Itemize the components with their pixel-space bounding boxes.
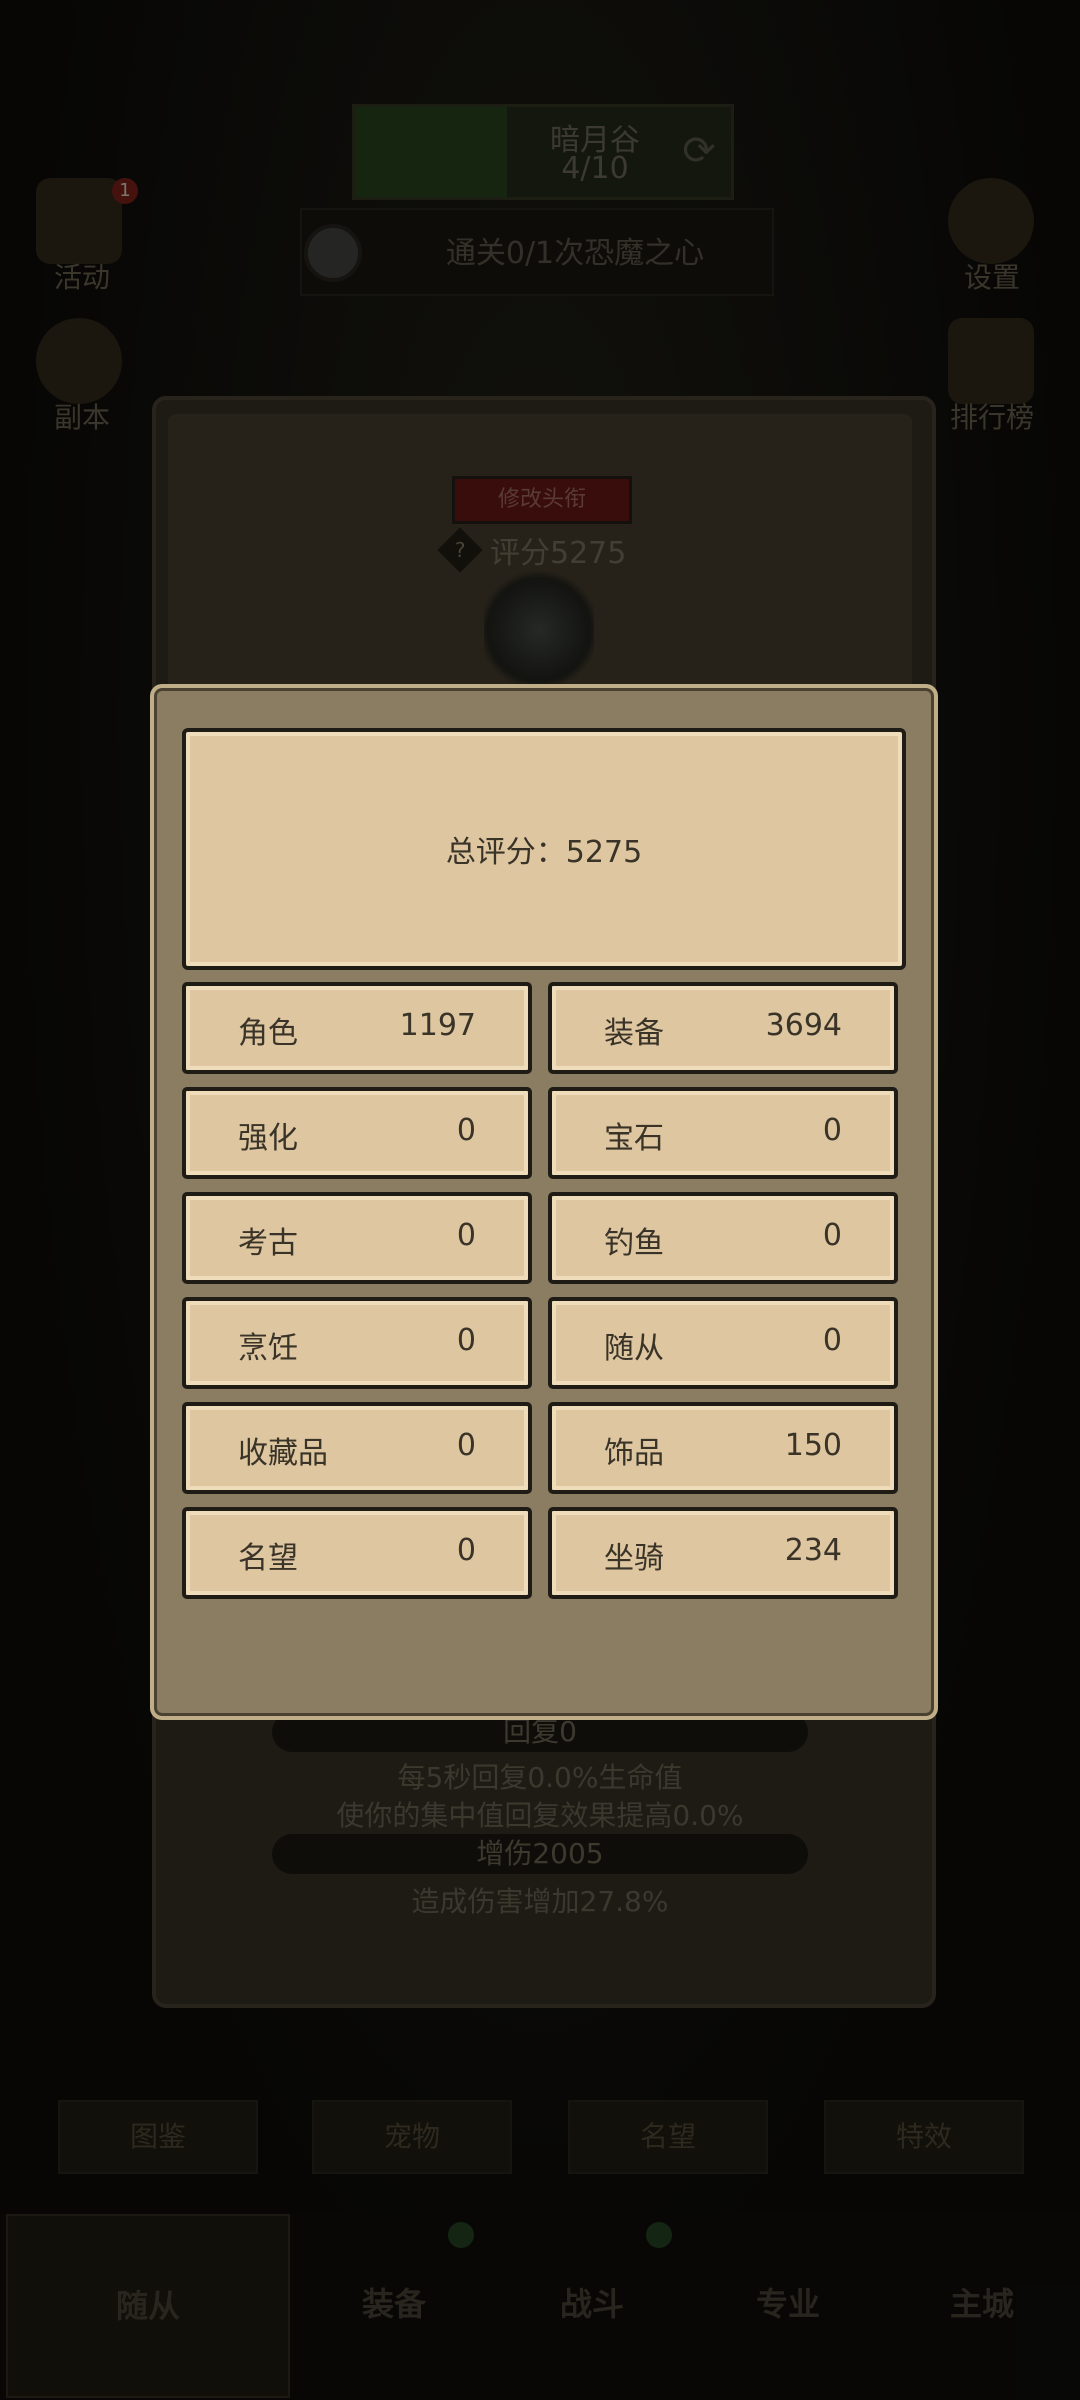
score-item-value: 234 (784, 1533, 842, 1568)
score-item-label: 坐骑 (604, 1541, 664, 1576)
score-item-label: 饰品 (604, 1436, 664, 1471)
score-item: 收藏品 0 (182, 1402, 532, 1494)
score-item-value: 0 (822, 1218, 842, 1253)
score-item: 随从 0 (548, 1297, 898, 1389)
score-item-value: 3694 (765, 1008, 842, 1043)
total-score-box: 总评分：5275 (182, 728, 906, 970)
score-item-label: 宝石 (604, 1121, 664, 1156)
score-item-label: 名望 (238, 1541, 298, 1576)
score-item-label: 装备 (604, 1016, 664, 1051)
score-item-value: 0 (456, 1218, 476, 1253)
score-item: 烹饪 0 (182, 1297, 532, 1389)
score-item: 考古 0 (182, 1192, 532, 1284)
total-score-label: 总评分：5275 (445, 835, 643, 870)
score-item-label: 角色 (238, 1016, 298, 1051)
score-item-label: 随从 (604, 1331, 664, 1366)
score-item-value: 0 (456, 1428, 476, 1463)
score-item-label: 收藏品 (238, 1436, 328, 1471)
score-item-value: 0 (822, 1323, 842, 1358)
score-item-label: 烹饪 (238, 1331, 298, 1366)
score-item-value: 0 (822, 1113, 842, 1148)
score-item-value: 150 (784, 1428, 842, 1463)
score-item-label: 钓鱼 (604, 1226, 664, 1261)
score-item-label: 强化 (238, 1121, 298, 1156)
score-item: 坐骑 234 (548, 1507, 898, 1599)
score-item: 强化 0 (182, 1087, 532, 1179)
score-item: 装备 3694 (548, 982, 898, 1074)
score-item-value: 0 (456, 1113, 476, 1148)
score-item-label: 考古 (238, 1226, 298, 1261)
score-item: 宝石 0 (548, 1087, 898, 1179)
score-item: 名望 0 (182, 1507, 532, 1599)
score-item-value: 0 (456, 1533, 476, 1568)
score-item: 饰品 150 (548, 1402, 898, 1494)
score-item: 钓鱼 0 (548, 1192, 898, 1284)
score-item-value: 1197 (399, 1008, 476, 1043)
score-item-value: 0 (456, 1323, 476, 1358)
score-item: 角色 1197 (182, 982, 532, 1074)
